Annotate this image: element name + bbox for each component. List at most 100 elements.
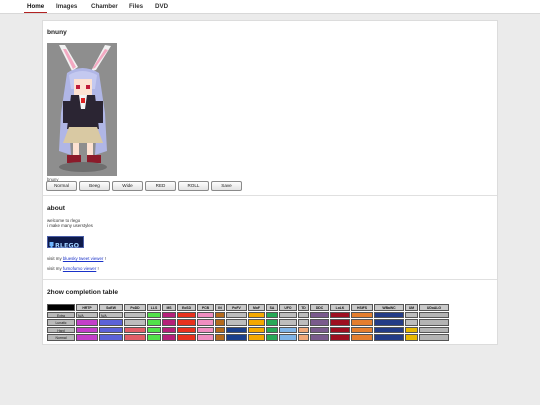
column-header-ms: MS	[162, 304, 176, 311]
row-header-hard: Hard	[47, 326, 75, 334]
rlego-logo: RLEGO	[47, 236, 84, 250]
table-cell-sa-normal	[266, 334, 278, 341]
table-cell-soew-hard	[99, 326, 123, 334]
table-cell-in-lunatic	[215, 319, 225, 326]
completion-title: 2how completion table	[47, 289, 119, 296]
table-cell-pofv-extra	[226, 311, 247, 319]
top-navigation: Home Images Chamber Files DVD	[0, 0, 540, 14]
table-cell-ms-lunatic	[162, 319, 176, 326]
table-cell-eosd-normal	[177, 334, 196, 341]
table-cell-wbawc-hard	[374, 326, 404, 334]
column-header-in: IN	[215, 304, 225, 311]
table-cell-td-hard	[298, 326, 309, 334]
table-cell-in-normal	[215, 334, 225, 341]
table-cell-eosd-hard	[177, 326, 196, 334]
red-button[interactable]: RED	[145, 181, 176, 191]
table-cell-ddc-lunatic	[310, 319, 329, 326]
character-image[interactable]	[47, 43, 117, 176]
table-cell-um-normal	[405, 334, 418, 341]
table-cell-in-extra	[215, 311, 225, 319]
table-cell-lls-extra	[147, 311, 161, 319]
table-cell-hsifs-normal	[351, 334, 373, 341]
table-cell-udoalg-extra	[419, 311, 449, 319]
table-cell-wbawc-extra	[374, 311, 404, 319]
table-cell-podd-extra	[124, 311, 146, 319]
table-cell-ufo-lunatic	[279, 319, 297, 326]
table-cell-hsifs-lunatic	[351, 319, 373, 326]
table-cell-udoalg-lunatic	[419, 319, 449, 326]
table-cell-mof-extra	[248, 311, 265, 319]
column-header-td: TD	[298, 304, 309, 311]
bunny-girl-sprite	[59, 45, 111, 172]
table-cell-podd-hard	[124, 326, 146, 334]
table-cell-pofv-lunatic	[226, 319, 247, 326]
table-cell-sa-extra	[266, 311, 278, 319]
rlego-logo-icon: RLEGO	[49, 242, 80, 250]
nav-tab-files[interactable]: Files	[129, 3, 143, 10]
table-cell-lls-normal	[147, 334, 161, 341]
table-cell-soew-normal	[99, 334, 123, 341]
normal-button[interactable]: Normal	[46, 181, 77, 191]
table-cell-ufo-normal	[279, 334, 297, 341]
table-cell-hsifs-extra	[351, 311, 373, 319]
table-cell-um-extra	[405, 311, 418, 319]
column-header-ddc: DDC	[310, 304, 329, 311]
table-cell-eosd-extra	[177, 311, 196, 319]
column-header-um: UM	[405, 304, 418, 311]
column-header-lolk: LoLK	[330, 304, 350, 311]
row-header-extra: Extra	[47, 311, 75, 319]
table-cell-lolk-hard	[330, 326, 350, 334]
table-cell-ddc-normal	[310, 334, 329, 341]
table-cell-wbawc-normal	[374, 334, 404, 341]
table-cell-ms-normal	[162, 334, 176, 341]
table-cell-pofv-hard	[226, 326, 247, 334]
table-cell-ms-extra	[162, 311, 176, 319]
column-header-pofv: PoFV	[226, 304, 247, 311]
save-button[interactable]: Save	[211, 181, 242, 191]
row-header-normal: Normal	[47, 334, 75, 341]
fumofumo-suffix: !	[96, 266, 99, 271]
fumofumo-link[interactable]: fumofumo viewer	[63, 266, 96, 271]
beeg-button[interactable]: Beeg	[79, 181, 110, 191]
table-cell-td-extra	[298, 311, 309, 319]
column-header-udoalg: UDoALG	[419, 304, 449, 311]
roll-button[interactable]: ROLL	[178, 181, 209, 191]
table-cell-lls-hard	[147, 326, 161, 334]
column-header-mof: MoF	[248, 304, 265, 311]
section-divider	[43, 195, 497, 196]
main-content-card: bnuny bnuny Normal Beeg Wide RED ROLL Sa…	[42, 20, 498, 345]
table-cell-udoalg-normal	[419, 334, 449, 341]
table-cell-pcb-lunatic	[197, 319, 214, 326]
nav-tab-home[interactable]: Home	[23, 3, 48, 14]
column-header-lls: LLS	[147, 304, 161, 311]
column-header-sa: SA	[266, 304, 278, 311]
column-header-eosd: EoSD	[177, 304, 196, 311]
bluesky-suffix: !	[103, 256, 106, 261]
fumofumo-line: visit my fumofumo viewer !	[47, 266, 99, 271]
column-header-hrtp: HRTP	[76, 304, 98, 311]
fumofumo-prefix: visit my	[47, 266, 63, 271]
table-cell-podd-lunatic	[124, 319, 146, 326]
table-cell-hrtp-normal	[76, 334, 98, 341]
row-header-lunatic: Lunatic	[47, 319, 75, 326]
nav-tab-dvd[interactable]: DVD	[155, 3, 168, 10]
table-cell-hrtp-extra: N/A	[76, 311, 98, 319]
table-cell-lolk-lunatic	[330, 319, 350, 326]
column-header-pcb: PCB	[197, 304, 214, 311]
table-cell-hrtp-lunatic	[76, 319, 98, 326]
bluesky-link[interactable]: bluesky tweet viewer	[63, 256, 104, 261]
table-cell-lolk-normal	[330, 334, 350, 341]
nav-tab-images[interactable]: Images	[56, 3, 77, 10]
table-cell-ufo-extra	[279, 311, 297, 319]
table-cell-pcb-normal	[197, 334, 214, 341]
wide-button[interactable]: Wide	[112, 181, 143, 191]
table-cell-hsifs-hard	[351, 326, 373, 334]
table-cell-soew-lunatic	[99, 319, 123, 326]
column-header-ufo: UFO	[279, 304, 297, 311]
bluesky-prefix: visit my	[47, 256, 63, 261]
column-header-wbawc: WBaWC	[374, 304, 404, 311]
table-cell-sa-lunatic	[266, 319, 278, 326]
table-cell-lolk-extra	[330, 311, 350, 319]
nav-tab-chamber[interactable]: Chamber	[91, 3, 118, 10]
table-cell-hrtp-hard	[76, 326, 98, 334]
